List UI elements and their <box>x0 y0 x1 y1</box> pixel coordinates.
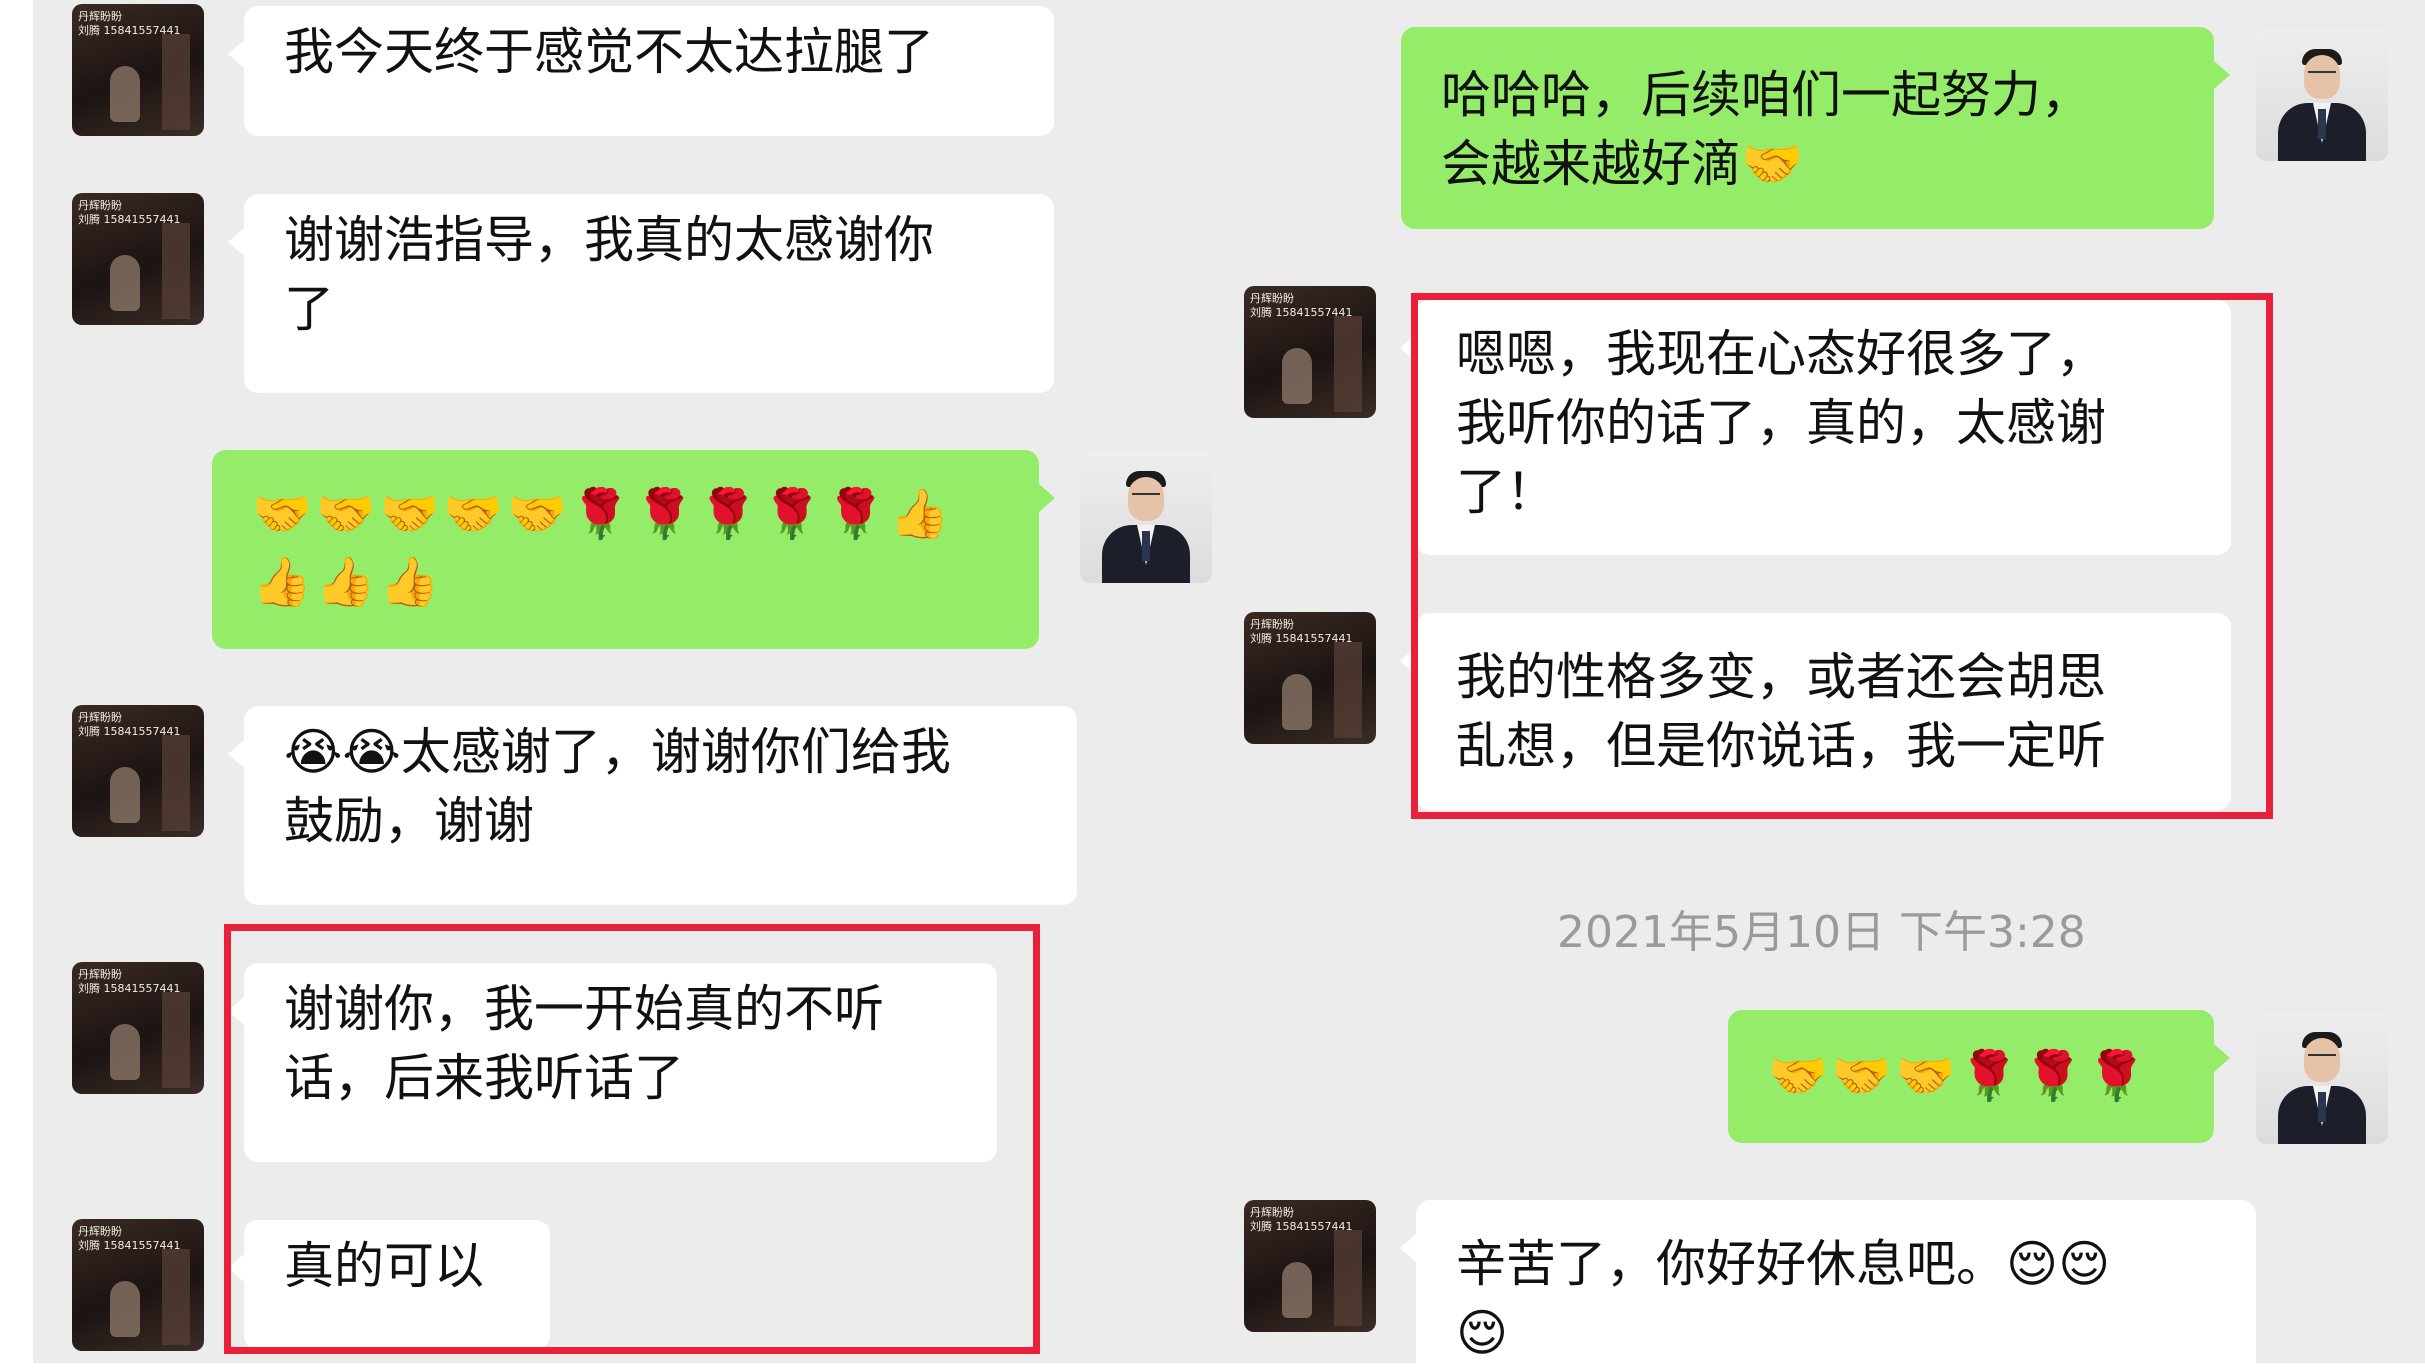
avatar-door <box>1334 316 1362 412</box>
client-avatar[interactable]: 丹辉盼盼 刘腾 15841557441 <box>72 705 204 837</box>
message-timestamp: 2021年5月10日 下午3:28 <box>1557 907 2086 958</box>
avatar-door <box>162 1249 190 1345</box>
avatar-figure <box>110 66 140 122</box>
message-text: 我今天终于感觉不太达拉腿了 <box>284 23 934 81</box>
coach-tie <box>1142 531 1150 561</box>
coach-avatar[interactable] <box>1080 451 1212 583</box>
avatar-figure <box>1282 674 1312 730</box>
avatar-door <box>162 735 190 831</box>
message-bubble[interactable]: 谢谢浩指导，我真的太感谢你 了 <box>228 194 1054 393</box>
coach-glasses <box>1132 493 1160 501</box>
client-avatar[interactable]: 丹辉盼盼 刘腾 15841557441 <box>72 1219 204 1351</box>
avatar-door <box>162 992 190 1088</box>
emoji-line: 👍👍👍 <box>252 554 444 610</box>
avatar-figure <box>110 1281 140 1337</box>
message-text: 会越来越好滴🤝 <box>1441 135 1804 193</box>
avatar-figure <box>110 255 140 311</box>
client-avatar[interactable]: 丹辉盼盼 刘腾 15841557441 <box>72 962 204 1094</box>
message-text: 😭😭太感谢了，谢谢你们给我 <box>284 723 951 781</box>
message-text: 辛苦了，你好好休息吧。😌😌 <box>1456 1235 2111 1293</box>
message-bubble[interactable]: 我今天终于感觉不太达拉腿了 <box>228 6 1054 136</box>
client-avatar[interactable]: 丹辉盼盼 刘腾 15841557441 <box>72 4 204 136</box>
message-bubble[interactable]: 辛苦了，你好好休息吧。😌😌 😌 <box>1400 1200 2256 1363</box>
message-text: 了 <box>284 280 334 338</box>
highlight-box <box>224 924 1040 1354</box>
coach-tie <box>2318 1092 2326 1122</box>
avatar-figure <box>1282 1262 1312 1318</box>
sent-emoji-bubble[interactable]: 🤝🤝🤝🤝🤝🌹🌹🌹🌹🌹👍 👍👍👍 <box>212 450 1055 649</box>
coach-glasses <box>2308 1054 2336 1062</box>
emoji-line: 🤝🤝🤝🤝🤝🌹🌹🌹🌹🌹👍 <box>252 486 954 542</box>
highlight-box <box>1411 293 2273 819</box>
avatar-figure <box>1282 348 1312 404</box>
client-avatar[interactable]: 丹辉盼盼 刘腾 15841557441 <box>1244 286 1376 418</box>
avatar-door <box>1334 642 1362 738</box>
message-text: 鼓励，谢谢 <box>284 792 534 850</box>
sent-message-bubble[interactable]: 哈哈哈，后续咱们一起努力， 会越来越好滴🤝 <box>1401 27 2230 229</box>
message-bubble[interactable]: 😭😭太感谢了，谢谢你们给我 鼓励，谢谢 <box>228 706 1077 905</box>
avatar-figure <box>110 1024 140 1080</box>
client-avatar[interactable]: 丹辉盼盼 刘腾 15841557441 <box>1244 1200 1376 1332</box>
coach-tie <box>2318 109 2326 139</box>
avatar-door <box>162 34 190 130</box>
avatar-door <box>1334 1230 1362 1326</box>
coach-avatar[interactable] <box>2256 1012 2388 1144</box>
sent-emoji-bubble[interactable]: 🤝🤝🤝🌹🌹🌹 <box>1728 1010 2230 1143</box>
message-text: 😌 <box>1456 1304 1509 1362</box>
message-text: 哈哈哈，后续咱们一起努力， <box>1441 66 2091 124</box>
client-avatar[interactable]: 丹辉盼盼 刘腾 15841557441 <box>1244 612 1376 744</box>
avatar-figure <box>110 767 140 823</box>
message-text: 谢谢浩指导，我真的太感谢你 <box>284 211 934 269</box>
client-avatar[interactable]: 丹辉盼盼 刘腾 15841557441 <box>72 193 204 325</box>
coach-glasses <box>2308 71 2336 79</box>
emoji-line: 🤝🤝🤝🌹🌹🌹 <box>1768 1048 2151 1104</box>
coach-avatar[interactable] <box>2256 29 2388 161</box>
avatar-door <box>162 223 190 319</box>
